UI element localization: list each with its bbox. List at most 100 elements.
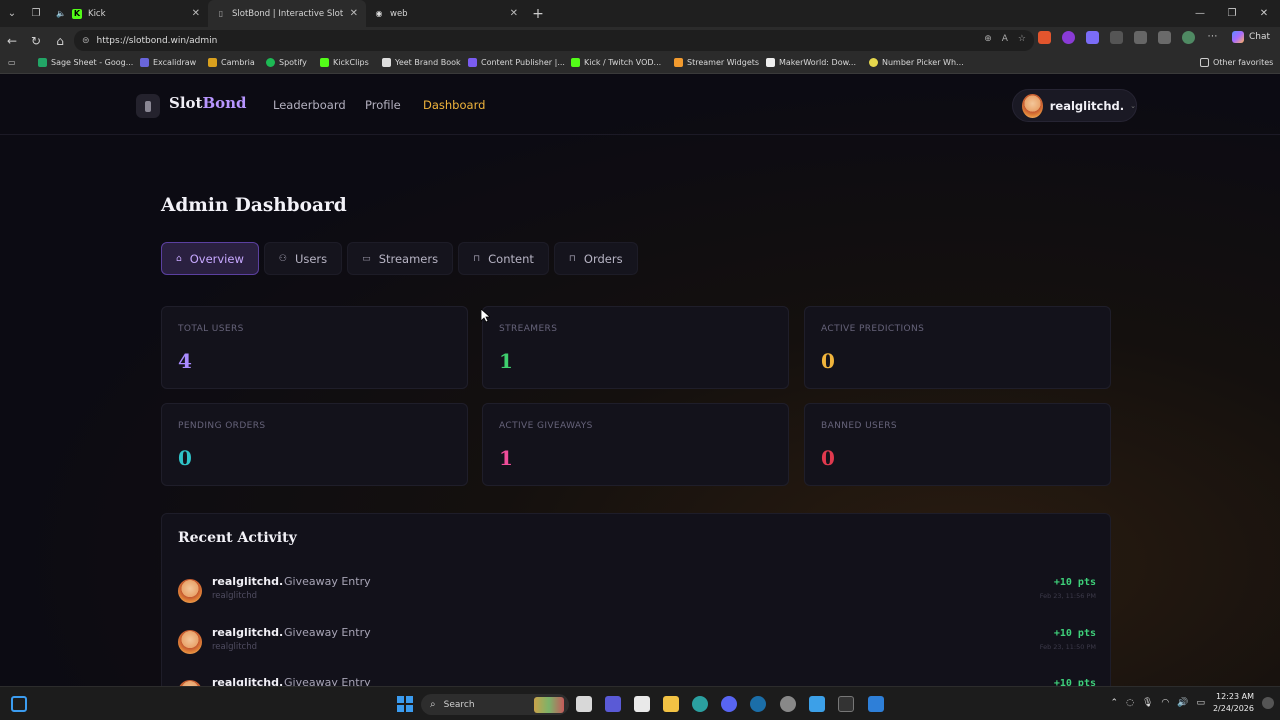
bookmark-item[interactable]: Number Picker Wh...: [869, 58, 964, 67]
site-info-icon[interactable]: ⊜: [82, 36, 90, 46]
clock-date: 2/24/2026: [1212, 704, 1254, 713]
home-browser-icon[interactable]: ⌂: [48, 27, 72, 54]
clock[interactable]: 12:23 AM 2/24/2026: [1213, 691, 1254, 715]
browser-tab-kick[interactable]: 🔈 K Kick ✕: [48, 0, 208, 27]
windows-taskbar: ⌕ Search ⌃ ◌ 🎙 ◠ 🔊 ▭ 12:23 AM 2/24/2026: [0, 686, 1280, 720]
activity-row[interactable]: realglitchd. Giveaway Entry realglitchd …: [178, 626, 1096, 666]
stat-value: 1: [499, 349, 513, 373]
volume-icon[interactable]: 🔊: [1177, 698, 1188, 708]
obs-icon[interactable]: [780, 696, 796, 712]
browser-tab-web[interactable]: ◉ web ✕: [366, 0, 526, 27]
file-explorer-icon[interactable]: [663, 696, 679, 712]
close-window-icon[interactable]: ✕: [1248, 0, 1280, 27]
close-tab-icon[interactable]: ✕: [510, 8, 518, 19]
refresh-icon[interactable]: ↻: [24, 27, 48, 54]
site-logo[interactable]: SlotBond: [169, 94, 247, 112]
more-options-icon[interactable]: ⋯: [1206, 31, 1219, 44]
copilot-icon: [1231, 31, 1244, 43]
microphone-icon[interactable]: 🎙: [1142, 698, 1153, 708]
recent-activity-panel: Recent Activity realglitchd. Giveaway En…: [161, 513, 1111, 686]
new-tab-button[interactable]: +: [526, 6, 550, 22]
user-menu-button[interactable]: realglitchd. ⌄: [1012, 89, 1137, 122]
page-title: Admin Dashboard: [161, 195, 347, 216]
extension-5-icon[interactable]: [1134, 31, 1147, 44]
other-favorites[interactable]: Other favorites: [1200, 58, 1273, 67]
zoom-icon[interactable]: ⊕: [984, 34, 992, 44]
restore-icon[interactable]: ❐: [1216, 0, 1248, 27]
bookmark-item[interactable]: KickClips: [320, 58, 369, 67]
activity-points: +10 pts: [1053, 577, 1096, 588]
teams-icon[interactable]: [605, 696, 621, 712]
profile-avatar-icon[interactable]: [1182, 31, 1195, 44]
nav-dashboard[interactable]: Dashboard: [423, 98, 485, 112]
discord-icon[interactable]: [721, 696, 737, 712]
bookmark-item[interactable]: MakerWorld: Dow...: [766, 58, 856, 67]
site-navbar: SlotBond Leaderboard Profile Dashboard r…: [0, 75, 1280, 135]
tab-label: web: [390, 8, 408, 19]
bookmarks-menu-icon[interactable]: ▭: [8, 58, 16, 67]
tab-label: Streamers: [378, 251, 439, 266]
section-title: Recent Activity: [178, 530, 297, 546]
close-tab-icon[interactable]: ✕: [350, 8, 358, 19]
extension-6-icon[interactable]: [1158, 31, 1171, 44]
bookmark-item[interactable]: Yeet Brand Book: [382, 58, 461, 67]
minimize-icon[interactable]: —: [1184, 0, 1216, 27]
nav-leaderboard[interactable]: Leaderboard: [273, 98, 346, 112]
vscode-icon[interactable]: [868, 696, 884, 712]
stat-card-total-users: TOTAL USERS 4: [161, 306, 468, 389]
tab-orders[interactable]: ⊓ Orders: [553, 242, 638, 275]
edge-icon[interactable]: [692, 696, 708, 712]
extension-4-icon[interactable]: [1110, 31, 1123, 44]
stat-card-active-predictions: ACTIVE PREDICTIONS 0: [804, 306, 1111, 389]
tab-overview[interactable]: ⌂ Overview: [161, 242, 259, 275]
steam-icon[interactable]: [750, 696, 766, 712]
tab-streamers[interactable]: ▭ Streamers: [347, 242, 454, 275]
terminal-icon[interactable]: [838, 696, 854, 712]
store-icon[interactable]: [634, 696, 650, 712]
start-button-icon[interactable]: [397, 696, 413, 712]
tab-users[interactable]: ⚇ Users: [263, 242, 343, 275]
read-aloud-icon[interactable]: A: [1002, 34, 1008, 44]
slotbond-logo-icon[interactable]: [136, 94, 160, 118]
activity-user: realglitchd.: [212, 626, 284, 639]
bookmark-item[interactable]: Kick / Twitch VOD...: [571, 58, 661, 67]
close-tab-icon[interactable]: ✕: [192, 8, 200, 19]
avatar: [1022, 93, 1043, 118]
stat-label: ACTIVE GIVEAWAYS: [499, 421, 593, 431]
url-field[interactable]: ⊜ https://slotbond.win/admin ⊕ A ☆: [74, 30, 1034, 51]
chevron-up-icon[interactable]: ⌃: [1111, 698, 1119, 708]
favorite-star-icon[interactable]: ☆: [1018, 34, 1026, 44]
workspaces-icon[interactable]: ❐: [24, 0, 48, 27]
activity-points: +10 pts: [1053, 628, 1096, 639]
stat-label: ACTIVE PREDICTIONS: [821, 324, 925, 334]
tab-content[interactable]: ⊓ Content: [458, 242, 549, 275]
site-viewport: SlotBond Leaderboard Profile Dashboard r…: [0, 75, 1280, 686]
copilot-chat-button[interactable]: Chat: [1231, 31, 1270, 43]
bookmark-item[interactable]: Content Publisher |...: [468, 58, 565, 67]
activity-row[interactable]: realglitchd. Giveaway Entry realglitchd …: [178, 575, 1096, 615]
tab-label: Users: [294, 251, 328, 266]
widgets-icon[interactable]: [11, 696, 27, 712]
extension-3-icon[interactable]: [1086, 31, 1099, 44]
avatar: [178, 579, 202, 603]
bookmark-item[interactable]: Cambria: [208, 58, 255, 67]
extension-2-icon[interactable]: [1062, 31, 1075, 44]
bookmark-item[interactable]: Streamer Widgets: [674, 58, 759, 67]
bookmark-item[interactable]: Spotify: [266, 58, 307, 67]
battery-icon[interactable]: ▭: [1196, 698, 1205, 708]
extension-1-icon[interactable]: [1038, 31, 1051, 44]
task-view-icon[interactable]: [576, 696, 592, 712]
activity-points: +10 pts: [1053, 678, 1096, 686]
bookmark-item[interactable]: Excalidraw: [140, 58, 196, 67]
nav-profile[interactable]: Profile: [365, 98, 401, 112]
browser-tab-slotbond[interactable]: ▯ SlotBond | Interactive Slot Streams ✕: [208, 0, 366, 27]
notifications-icon[interactable]: [1262, 697, 1274, 709]
activity-row[interactable]: realglitchd. Giveaway Entry +10 pts: [178, 676, 1096, 686]
notepad-icon[interactable]: [809, 696, 825, 712]
back-icon[interactable]: ←: [0, 27, 24, 54]
bookmark-item[interactable]: Sage Sheet - Goog...: [38, 58, 133, 67]
tab-actions-icon[interactable]: ⌄: [0, 0, 24, 27]
lock-icon: ⊓: [473, 253, 481, 264]
wifi-icon[interactable]: ◠: [1161, 698, 1169, 708]
network-app-icon[interactable]: ◌: [1126, 698, 1134, 708]
